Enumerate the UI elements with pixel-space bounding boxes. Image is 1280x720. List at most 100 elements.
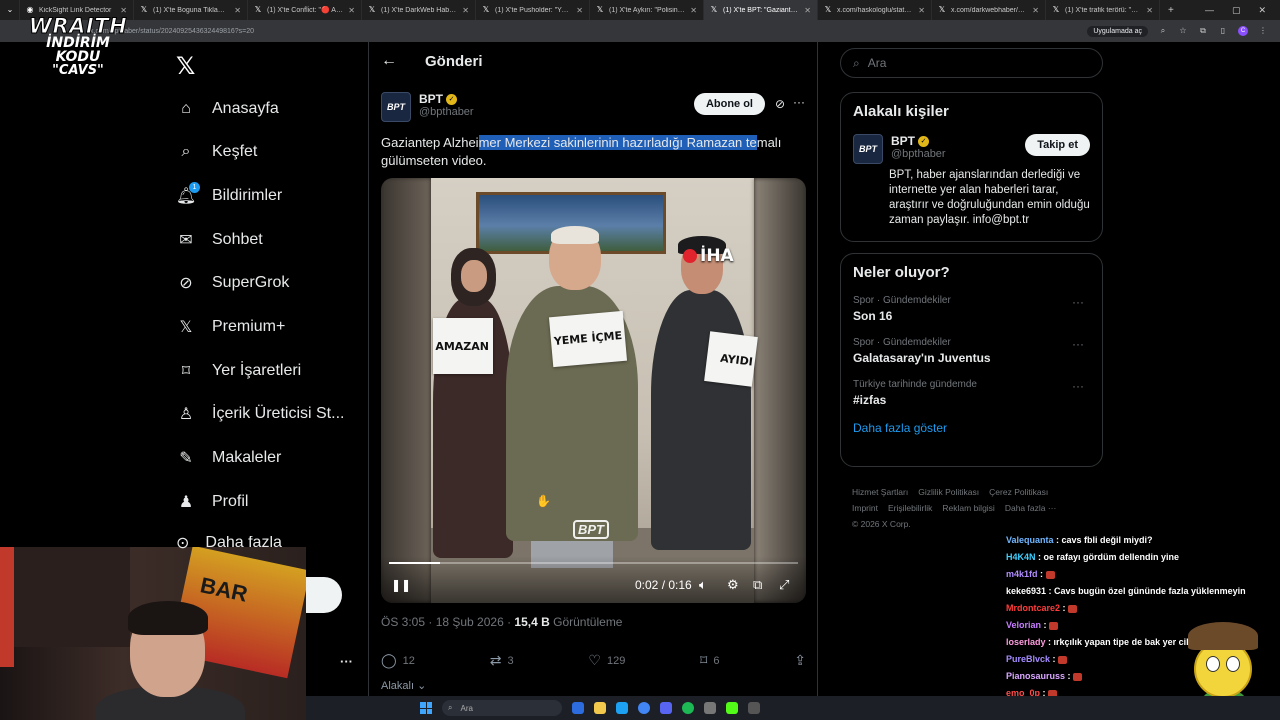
pause-icon[interactable]: ❚❚ <box>391 578 411 592</box>
minimize-icon[interactable]: — <box>1205 5 1214 16</box>
browser-tab[interactable]: 𝕏 (1) X'te trafik terörü: "Magan... ✕ <box>1046 0 1160 20</box>
trend-more-icon[interactable]: ··· <box>1072 295 1084 309</box>
browser-tab[interactable]: 𝕏 (1) X'te Aykırı: "Polisin silahın... ✕ <box>590 0 704 20</box>
follow-button[interactable]: Takip et <box>1025 134 1090 156</box>
obs-icon[interactable] <box>704 702 716 714</box>
nav-item-premium[interactable]: 𝕏 Premium+ <box>176 312 286 342</box>
grok-icon[interactable]: ⊘ <box>775 97 785 111</box>
share-button[interactable]: ⇪ <box>794 652 806 669</box>
footer-link[interactable]: Reklam bilgisi <box>942 503 994 513</box>
spotify-icon[interactable] <box>682 702 694 714</box>
browser-tab[interactable]: 𝕏 (1) X'te Pusholder: "Yunanista... ✕ <box>476 0 590 20</box>
nav-more-partial[interactable]: ⊙ Daha fazla <box>176 536 282 550</box>
file-explorer-icon[interactable] <box>594 702 606 714</box>
trend-more-icon[interactable]: ··· <box>1072 337 1084 351</box>
windows-start-icon[interactable] <box>420 702 432 714</box>
chat-username[interactable]: H4K4N <box>1006 552 1036 562</box>
trend-item[interactable]: Spor · Gündemdekiler Son 16 ··· <box>853 295 1090 323</box>
related-avatar[interactable]: BPT <box>853 134 883 164</box>
author-avatar[interactable]: BPT <box>381 92 411 122</box>
bookmark-star-icon[interactable]: ☆ <box>1178 26 1188 36</box>
related-person[interactable]: BPT BPT ✓ @bpthaber Takip et <box>853 134 1090 164</box>
search-field[interactable]: ⌕ Ara <box>840 48 1103 78</box>
footer-link[interactable]: Erişilebilirlik <box>888 503 932 513</box>
close-tab-icon[interactable]: ✕ <box>690 6 697 15</box>
browser-menu-icon[interactable]: ⋮ <box>1258 26 1268 36</box>
back-arrow-icon[interactable]: ← <box>381 52 397 70</box>
maximize-icon[interactable]: ▢ <box>1232 5 1241 16</box>
post-author[interactable]: BPT BPT ✓ @bpthaber <box>381 92 474 122</box>
footer-link[interactable]: Çerez Politikası <box>989 487 1048 497</box>
browser-tab[interactable]: 𝕏 (1) X'te BPT: "Gaziantep Alzhe... ✕ <box>704 0 818 20</box>
close-tab-icon[interactable]: ✕ <box>1032 6 1039 15</box>
nav-item-anasayfa[interactable]: ⌂ Anasayfa <box>176 94 279 124</box>
more-options-icon[interactable]: ··· <box>793 95 805 109</box>
extensions-icon[interactable]: ⧉ <box>1198 26 1208 36</box>
settings-app-icon[interactable] <box>748 702 760 714</box>
close-tab-icon[interactable]: ✕ <box>804 6 811 15</box>
chat-username[interactable]: Velorian <box>1006 620 1041 630</box>
close-tab-icon[interactable]: ✕ <box>918 6 925 15</box>
taskbar-search[interactable]: ⌕ Ara <box>442 700 562 716</box>
footer-link[interactable]: Imprint <box>852 503 878 513</box>
x-logo-icon[interactable]: 𝕏 <box>176 52 195 81</box>
show-more-link[interactable]: Daha fazla göster <box>853 421 1090 435</box>
browser-tab[interactable]: 𝕏x.com/haskologlu/status/20... ✕ <box>818 0 932 20</box>
repost-button[interactable]: ⇄ 3 <box>490 652 514 669</box>
like-button[interactable]: ♡ 129 <box>588 652 625 669</box>
reply-sort-dropdown[interactable]: Alakalı ⌄ <box>381 679 426 692</box>
close-tab-icon[interactable]: ✕ <box>1146 6 1153 15</box>
sidebar-icon[interactable]: ▯ <box>1218 26 1228 36</box>
bookmark-button[interactable]: ⌑ 6 <box>700 652 719 669</box>
chat-username[interactable]: PureBlvck <box>1006 654 1050 664</box>
chat-username[interactable]: m4k1fd <box>1006 569 1038 579</box>
browser-tab[interactable]: 𝕏 (1) X'te DarkWeb Haber: "Me... ✕ <box>362 0 476 20</box>
chrome-icon[interactable] <box>638 702 650 714</box>
task-view-icon[interactable] <box>572 702 584 714</box>
browser-tab[interactable]: 𝕏 (1) X'te Conflict: "🔴 Amerika... ✕ <box>248 0 362 20</box>
close-tab-icon[interactable]: ✕ <box>576 6 583 15</box>
footer-link[interactable]: Hizmet Şartları <box>852 487 908 497</box>
close-window-icon[interactable]: ✕ <box>1258 5 1266 16</box>
nav-item-keşfet[interactable]: ⌕ Keşfet <box>176 137 258 167</box>
footer-link[interactable]: Daha fazla ··· <box>1005 503 1057 513</box>
edge-icon[interactable] <box>616 702 628 714</box>
nav-item-bildirimler[interactable]: 🔔︎ 1 Bildirimler <box>176 181 282 211</box>
trend-item[interactable]: Türkiye tarihinde gündemde #izfas ··· <box>853 379 1090 407</box>
footer-link[interactable]: Gizlilik Politikası <box>918 487 979 497</box>
discord-icon[interactable] <box>660 702 672 714</box>
nav-item-yer-i-şaretleri[interactable]: ⌑ Yer İşaretleri <box>176 356 301 386</box>
browser-tab[interactable]: 𝕏x.com/darkwebhaber/status/... ✕ <box>932 0 1046 20</box>
author-handle[interactable]: @bpthaber <box>419 106 474 118</box>
related-handle[interactable]: @bpthaber <box>891 148 946 160</box>
close-tab-icon[interactable]: ✕ <box>348 6 355 15</box>
post-button[interactable] <box>306 577 342 613</box>
trend-more-icon[interactable]: ··· <box>1072 379 1084 393</box>
nav-item-profil[interactable]: ♟ Profil <box>176 487 249 517</box>
video-progress-bar[interactable] <box>389 562 798 564</box>
post-timestamp[interactable]: ÖS 3:05 · 18 Şub 2026 · <box>381 615 514 629</box>
chat-username[interactable]: keke6931 <box>1006 586 1046 596</box>
video-player[interactable]: AMAZAN YEME İÇME AYIDI İHA BPT ✋ ❚❚ 0:02… <box>381 178 806 603</box>
fullscreen-icon[interactable]: ⤢ <box>779 577 789 593</box>
close-tab-icon[interactable]: ✕ <box>234 6 241 15</box>
settings-gear-icon[interactable]: ⚙ <box>727 577 739 593</box>
subscribe-button[interactable]: Abone ol <box>693 93 765 115</box>
zoom-icon[interactable]: ⌕ <box>1158 26 1168 36</box>
author-name[interactable]: BPT <box>419 92 443 106</box>
profile-avatar-icon[interactable]: C <box>1238 26 1248 36</box>
new-tab-icon[interactable]: + <box>1160 5 1182 16</box>
reply-button[interactable]: ◯ 12 <box>381 652 415 669</box>
nav-item-supergrok[interactable]: ⊘ SuperGrok <box>176 268 289 298</box>
open-in-app-button[interactable]: Uygulamada aç <box>1087 25 1148 37</box>
pip-icon[interactable]: ⧉ <box>753 577 762 593</box>
related-name[interactable]: BPT <box>891 134 915 148</box>
kick-icon[interactable] <box>726 702 738 714</box>
chat-username[interactable]: loserlady <box>1006 637 1046 647</box>
volume-icon[interactable]: 🔈︎ <box>699 577 707 593</box>
account-menu-icon[interactable]: ··· <box>340 654 353 669</box>
nav-item-i-çerik-üreticisi-st[interactable]: ♙ İçerik Üreticisi St... <box>176 399 345 429</box>
nav-item-makaleler[interactable]: ✎ Makaleler <box>176 443 281 473</box>
chat-username[interactable]: Pianosauruss <box>1006 671 1065 681</box>
tab-menu-button[interactable]: ⌄ <box>0 0 20 20</box>
